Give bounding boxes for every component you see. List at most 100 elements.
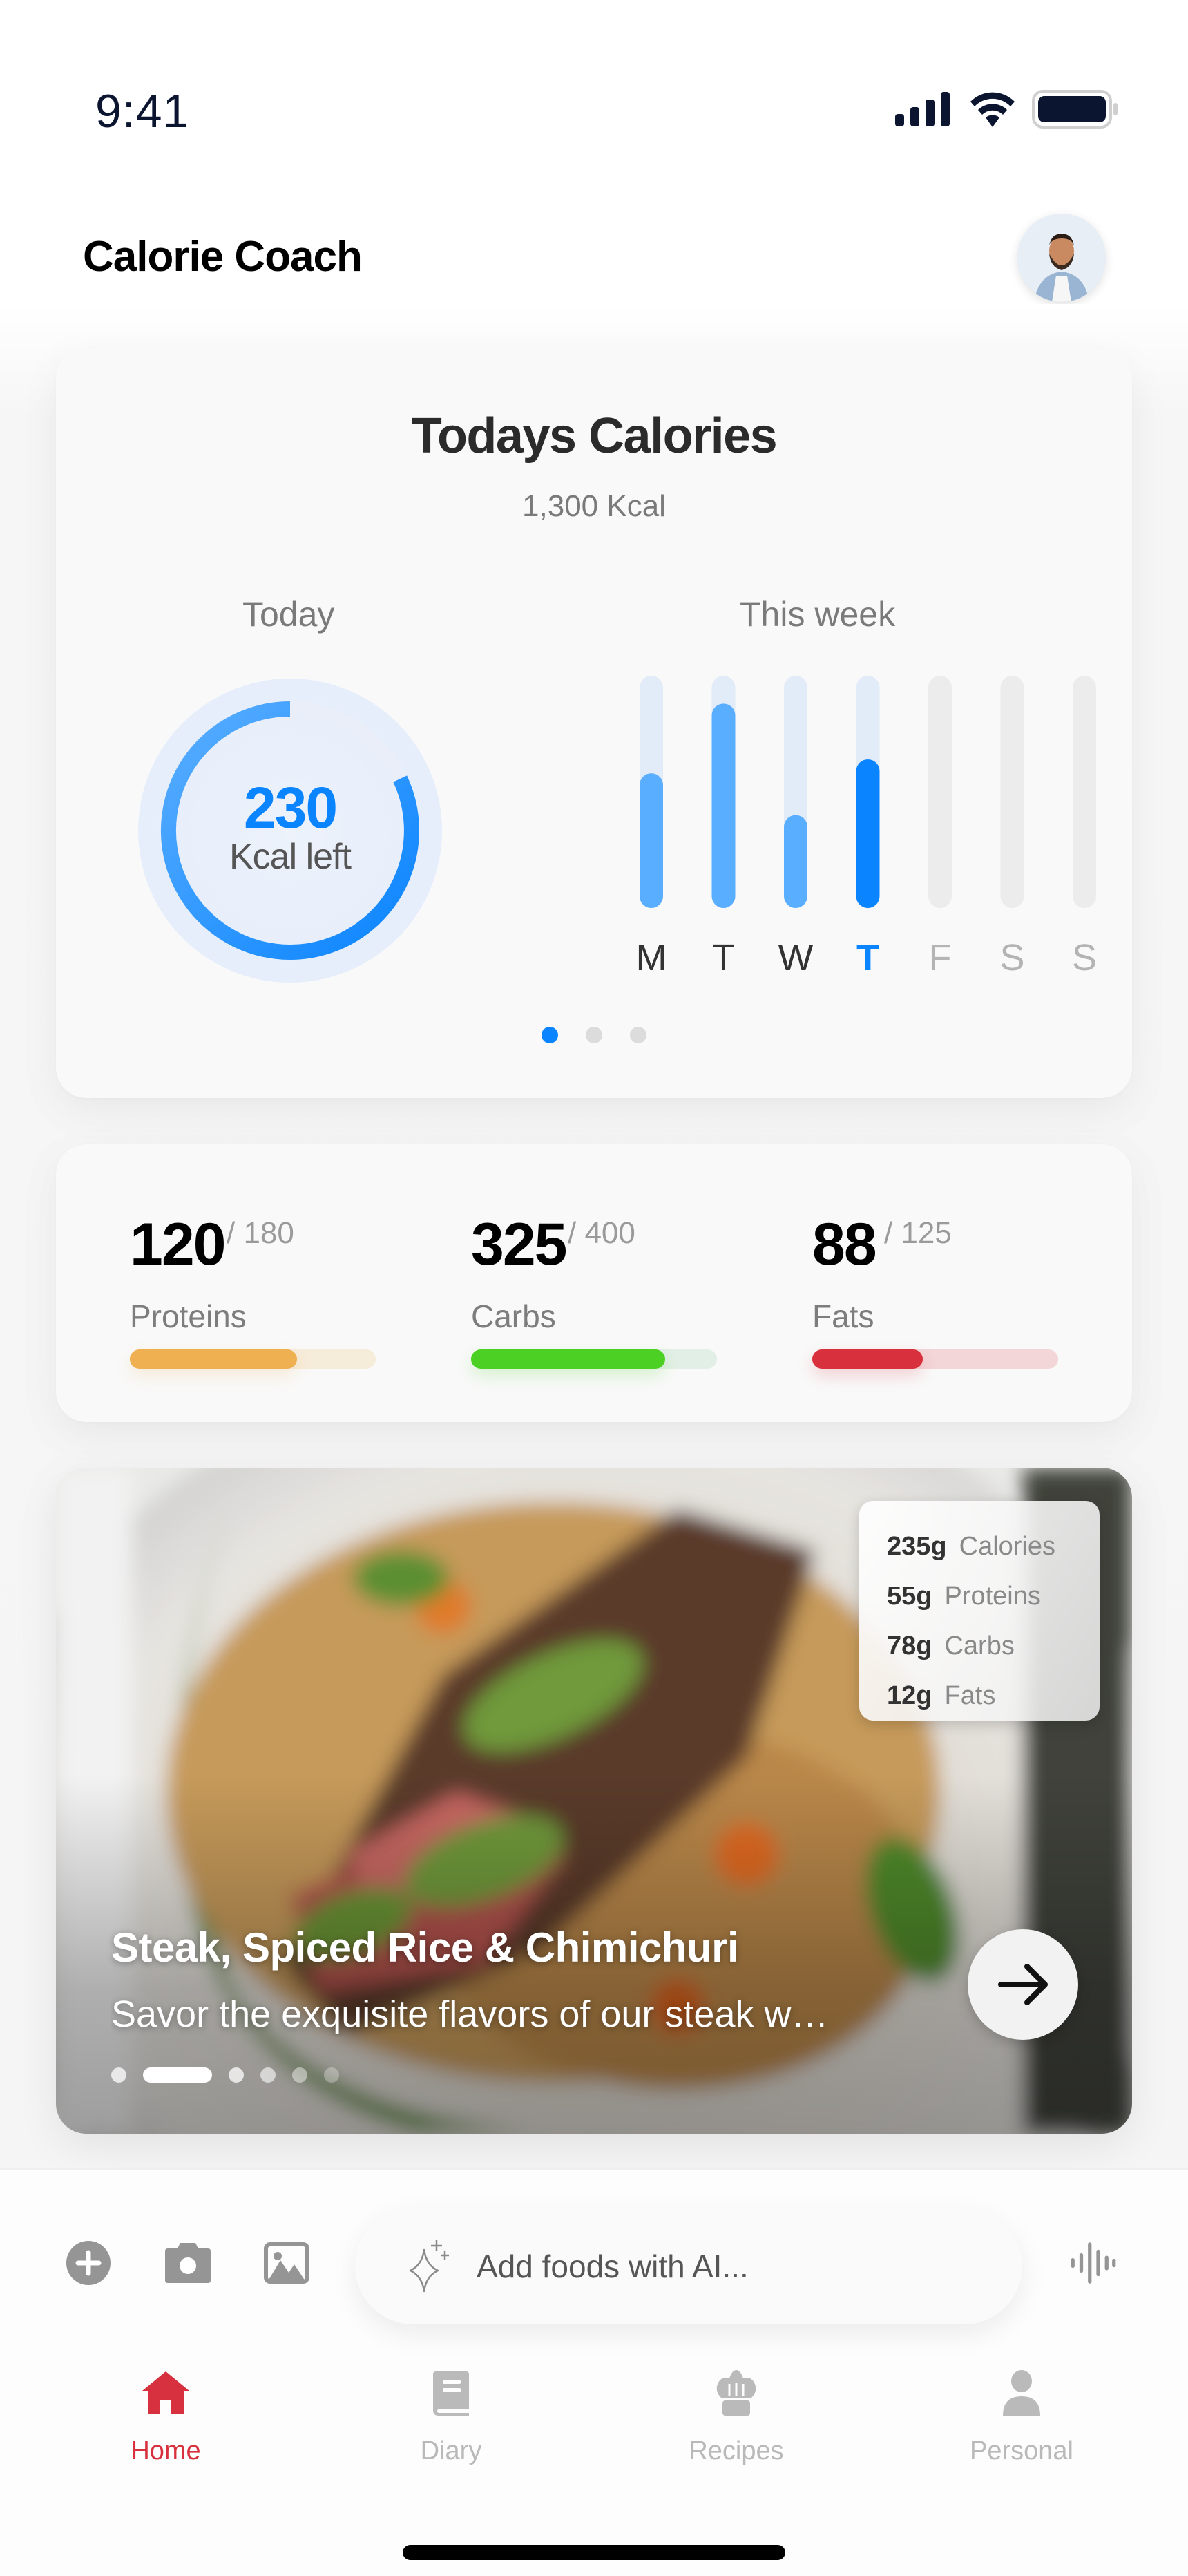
avatar-photo (1017, 214, 1106, 302)
macro-progress-track (130, 1349, 376, 1369)
nutrition-row: 235g Calories (887, 1522, 1100, 1571)
macro-progress-track (812, 1349, 1058, 1369)
recipe-description: Savor the exquisite flavors of our steak… (111, 1993, 829, 2035)
open-recipe-button[interactable] (968, 1929, 1078, 2040)
macro-name: Fats (812, 1298, 874, 1334)
photo-library-button[interactable] (262, 2239, 311, 2287)
macro-goal: / 180 (227, 1216, 294, 1250)
bar-2[interactable] (784, 815, 807, 908)
recipe-card[interactable]: 235g Calories 55g Proteins 78g Carbs 12g Fats S… (56, 1468, 1132, 2134)
user-avatar[interactable] (1017, 214, 1106, 302)
macro-value: 325 (471, 1211, 567, 1278)
battery-icon (1032, 90, 1118, 129)
arrow-right-icon (998, 1964, 1048, 2005)
macro-name: Proteins (130, 1298, 247, 1334)
camera-button[interactable] (164, 2239, 212, 2287)
carousel-dot[interactable] (292, 2067, 307, 2083)
wifi-icon (970, 92, 1015, 127)
macro-value: 88 (812, 1211, 877, 1278)
nutrition-row: 78g Carbs (887, 1621, 1100, 1671)
status-icons (895, 90, 1119, 129)
page-dot[interactable] (542, 1027, 558, 1043)
nutrition-name: Proteins (944, 1581, 1041, 1611)
week-bar-chart[interactable]: MTWTFSS (567, 673, 1120, 1005)
calories-page-dots[interactable] (56, 1027, 1132, 1043)
ai-food-text-field[interactable] (477, 2247, 960, 2285)
macro-goal: / 400 (568, 1216, 635, 1250)
day-label: S (1072, 937, 1097, 978)
nutrition-amount: 12g (887, 1680, 932, 1710)
tab-personal[interactable]: Personal (939, 2370, 1104, 2466)
nutrition-row: 55g Proteins (887, 1571, 1100, 1621)
nutrition-panel: 235g Calories 55g Proteins 78g Carbs 12g Fats (859, 1501, 1100, 1721)
macro-value: 120 (130, 1211, 226, 1278)
tab-diary[interactable]: Diary (368, 2370, 534, 2466)
kcal-left-label: Kcal left (229, 837, 352, 877)
tab-bar: Home Diary Recipes Personal (0, 2370, 1188, 2508)
calories-title: Todays Calories (411, 408, 778, 464)
macros-card: 120/ 180 Proteins 325/ 400 Carbs 88/ 125 Fats (56, 1144, 1132, 1422)
bar-1[interactable] (711, 703, 736, 908)
page-dot[interactable] (630, 1027, 646, 1043)
chef-hat-icon (716, 2370, 756, 2416)
macro-progress-fill (812, 1349, 923, 1369)
calories-card: Todays Calories 1,300 Kcal Today This we… (56, 348, 1132, 1098)
add-icon (66, 2241, 111, 2285)
day-label: F (929, 937, 952, 978)
recipe-carousel-dots[interactable] (111, 2067, 339, 2083)
carousel-dot[interactable] (229, 2067, 244, 2083)
add-button[interactable] (64, 2239, 113, 2287)
carousel-dot[interactable] (260, 2067, 276, 2083)
macro-name: Carbs (471, 1298, 556, 1334)
calories-goal: 1,300 Kcal (522, 489, 666, 523)
bar-track (1073, 676, 1096, 908)
home-indicator (403, 2545, 785, 2560)
person-icon (1003, 2370, 1040, 2416)
ai-food-input[interactable] (355, 2208, 1022, 2324)
app-title: Calorie Coach (83, 233, 363, 281)
day-label: T (712, 937, 735, 978)
nutrition-name: Fats (944, 1680, 996, 1710)
carousel-dot[interactable] (324, 2067, 339, 2083)
carousel-dot[interactable] (111, 2067, 126, 2083)
tab-home[interactable]: Home (83, 2370, 249, 2466)
tab-recipes[interactable]: Recipes (653, 2370, 819, 2466)
voice-input-button[interactable] (1069, 2239, 1118, 2287)
tab-diary-label: Diary (420, 2436, 482, 2465)
tab-recipes-label: Recipes (689, 2436, 784, 2465)
nutrition-name: Carbs (944, 1631, 1015, 1660)
bar-3[interactable] (856, 759, 880, 908)
macro-progress-fill (471, 1349, 666, 1369)
tab-home-label: Home (131, 2436, 201, 2465)
sparkle-ai-icon (409, 2239, 449, 2292)
carousel-dot[interactable] (143, 2067, 212, 2083)
bar-track (1000, 676, 1024, 908)
image-icon (264, 2242, 309, 2284)
page-dot[interactable] (586, 1027, 602, 1043)
bar-track (928, 676, 952, 908)
nutrition-amount: 78g (887, 1631, 932, 1660)
camera-icon (165, 2243, 211, 2283)
signal-icon (895, 92, 950, 126)
macro-progress-track (471, 1349, 717, 1369)
macro-proteins: 120/ 180 Proteins (130, 1144, 379, 1422)
macro-goal: / 125 (884, 1216, 952, 1250)
week-label: This week (740, 595, 896, 634)
macro-carbs: 325/ 400 Carbs (471, 1144, 720, 1422)
nutrition-name: Calories (959, 1531, 1056, 1561)
bar-0[interactable] (640, 773, 663, 908)
kcal-left-value: 230 (243, 775, 338, 840)
home-icon (142, 2371, 189, 2414)
macro-progress-fill (130, 1349, 298, 1369)
day-label: S (999, 937, 1024, 978)
diary-book-icon (433, 2371, 469, 2416)
status-time: 9:41 (95, 85, 190, 138)
nutrition-amount: 235g (887, 1531, 947, 1561)
day-label: T (856, 937, 879, 978)
voice-waveform-icon (1071, 2242, 1116, 2284)
today-label: Today (242, 595, 335, 634)
tab-personal-label: Personal (970, 2436, 1073, 2465)
day-label: W (778, 937, 814, 978)
recipe-title[interactable]: Steak, Spiced Rice & Chimichuri (111, 1924, 739, 1971)
day-label: M (636, 937, 667, 978)
